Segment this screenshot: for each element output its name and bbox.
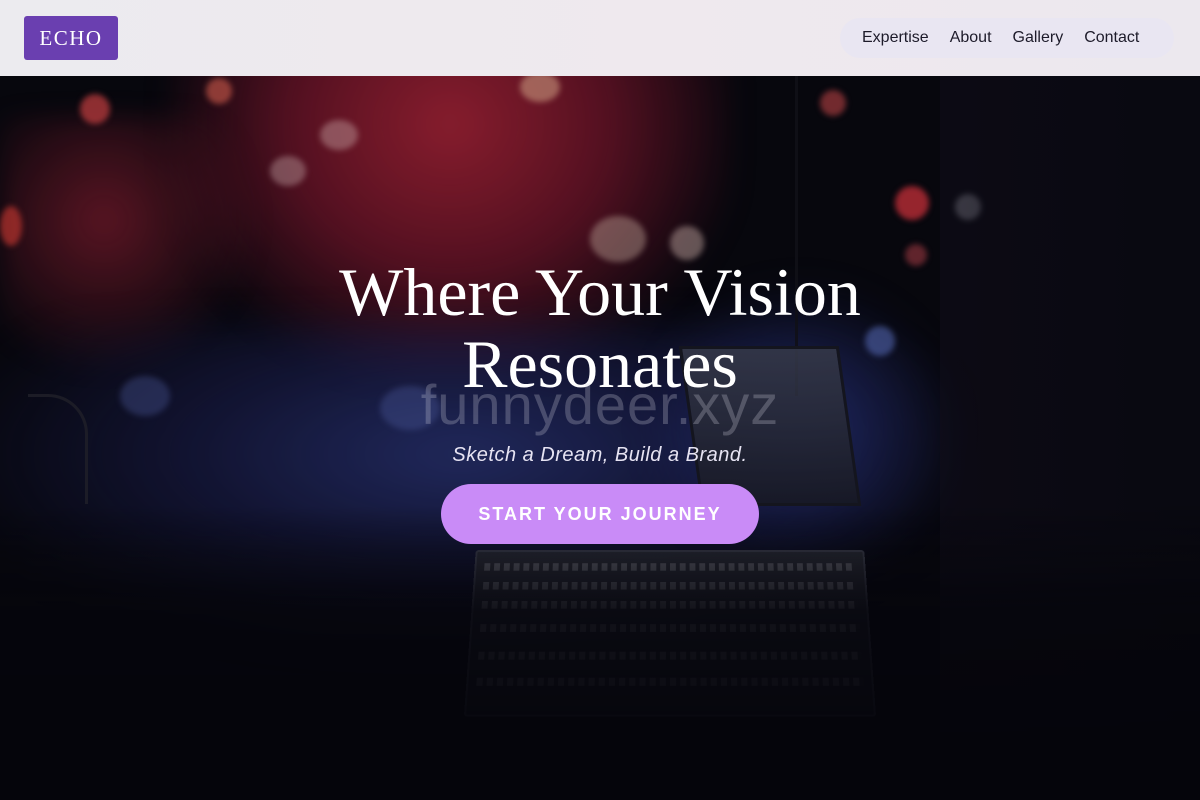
nav-link-gallery[interactable]: Gallery — [1013, 29, 1064, 47]
nav-link-about[interactable]: About — [950, 29, 992, 47]
watermark-text: funnydeer.xyz — [420, 373, 780, 436]
hero-title-line-1: Where Your Vision — [339, 254, 861, 330]
nav-link-contact[interactable]: Contact — [1084, 29, 1139, 47]
image-dim-overlay — [0, 76, 1200, 800]
start-journey-button[interactable]: START YOUR JOURNEY — [441, 484, 759, 544]
logo[interactable]: ECHO — [24, 16, 118, 60]
hero-tagline: Sketch a Dream, Build a Brand. — [452, 444, 748, 466]
hero-section: Where Your Vision Resonates funnydeer.xy… — [0, 76, 1200, 800]
site-header: ECHO Expertise About Gallery Contact — [0, 0, 1200, 76]
nav-link-expertise[interactable]: Expertise — [862, 29, 929, 47]
main-nav: Expertise About Gallery Contact — [840, 18, 1174, 58]
